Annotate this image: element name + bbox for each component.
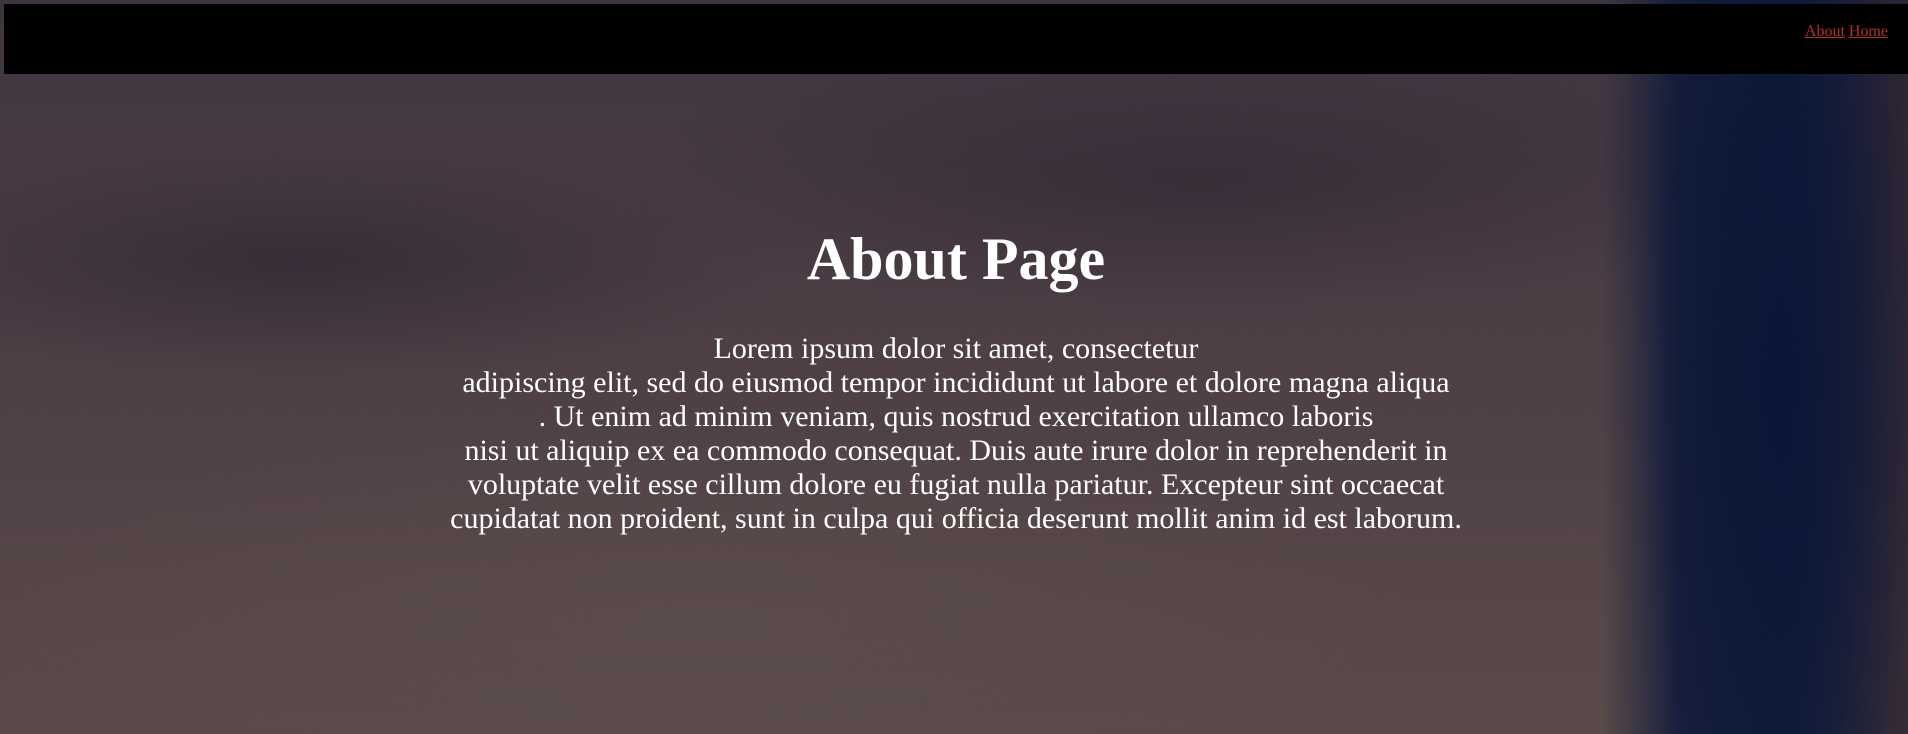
paragraph-line: voluptate velit esse cillum dolore eu fu… (467, 468, 1445, 501)
main-content: About Page Lorem ipsum dolor sit amet, c… (0, 220, 1908, 536)
nav-links: About Home (1805, 23, 1888, 41)
nav-link-home[interactable]: Home (1849, 23, 1888, 40)
paragraph-line: Lorem ipsum dolor sit amet, consectetur (713, 332, 1199, 365)
top-navbar: About Home (4, 4, 1908, 74)
paragraph-line: . Ut enim ad minim veniam, quis nostrud … (538, 400, 1374, 433)
paragraph-line: cupidatat non proident, sunt in culpa qu… (450, 502, 1462, 535)
paragraph-line: adipiscing elit, sed do eiusmod tempor i… (462, 366, 1450, 399)
nav-link-about[interactable]: About (1805, 23, 1845, 40)
page-title: About Page (806, 226, 1106, 292)
paragraph-line: nisi ut aliquip ex ea commodo consequat.… (464, 434, 1448, 467)
about-paragraph: Lorem ipsum dolor sit amet, consectetur … (0, 332, 1908, 536)
